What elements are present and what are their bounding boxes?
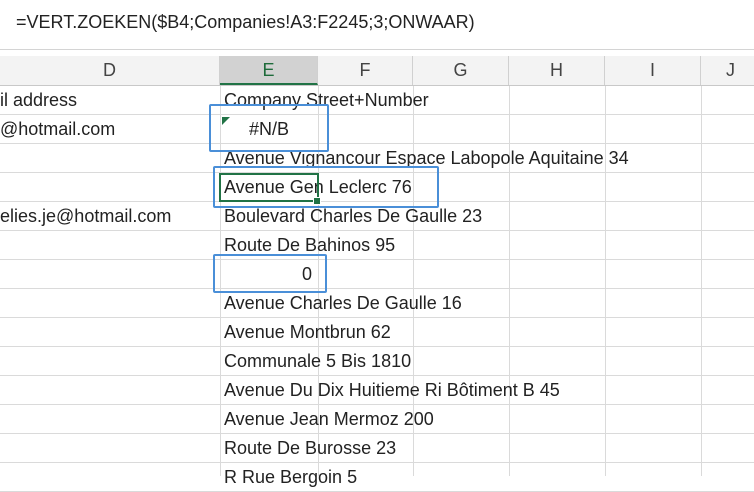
cell-d[interactable] — [0, 231, 220, 259]
cell-e[interactable]: Avenue Du Dix Huitieme Ri Bôtiment B 45 — [224, 376, 560, 404]
highlight-box-zero — [213, 254, 327, 293]
table-row[interactable]: Avenue Jean Mermoz 200 — [0, 405, 754, 434]
table-row[interactable]: @hotmail.com #N/B — [0, 115, 754, 144]
column-header-row: D E F G H I J — [0, 56, 754, 86]
table-row[interactable]: Route De Bahinos 95 — [0, 231, 754, 260]
column-header-f[interactable]: F — [318, 56, 413, 85]
cell-d[interactable]: il address — [0, 86, 220, 114]
cell-d[interactable] — [0, 173, 220, 201]
cell-e[interactable]: Avenue Jean Mermoz 200 — [224, 405, 434, 433]
cell-d[interactable] — [0, 434, 220, 462]
cell-d[interactable] — [0, 376, 220, 404]
cell-d[interactable]: elies.je@hotmail.com — [0, 202, 220, 230]
highlight-box-leclerc — [213, 166, 439, 208]
formula-bar[interactable]: =VERT.ZOEKEN($B4;Companies!A3:F2245;3;ON… — [0, 0, 754, 50]
cell-e[interactable]: Avenue Montbrun 62 — [224, 318, 391, 346]
cell-e[interactable]: Avenue Charles De Gaulle 16 — [224, 289, 462, 317]
table-row[interactable]: Avenue Montbrun 62 — [0, 318, 754, 347]
table-row[interactable]: R Rue Bergoin 5 — [0, 463, 754, 492]
table-row[interactable]: Avenue Charles De Gaulle 16 — [0, 289, 754, 318]
cell-e[interactable]: Communale 5 Bis 1810 — [224, 347, 411, 375]
cell-d[interactable]: @hotmail.com — [0, 115, 220, 143]
table-row[interactable]: Communale 5 Bis 1810 — [0, 347, 754, 376]
cell-d[interactable] — [0, 260, 220, 288]
column-header-g[interactable]: G — [413, 56, 509, 85]
column-header-e[interactable]: E — [220, 56, 318, 85]
column-header-i[interactable]: I — [605, 56, 701, 85]
cell-d[interactable] — [0, 405, 220, 433]
cell-d[interactable] — [0, 289, 220, 317]
column-header-h[interactable]: H — [509, 56, 605, 85]
cell-d[interactable] — [0, 463, 220, 491]
cell-d[interactable] — [0, 144, 220, 172]
table-row[interactable]: Route De Burosse 23 — [0, 434, 754, 463]
formula-text[interactable]: =VERT.ZOEKEN($B4;Companies!A3:F2245;3;ON… — [16, 12, 475, 33]
table-row[interactable]: Avenue Du Dix Huitieme Ri Bôtiment B 45 — [0, 376, 754, 405]
cell-e[interactable]: R Rue Bergoin 5 — [224, 463, 357, 491]
spreadsheet-grid[interactable]: il address Company Street+Number @hotmai… — [0, 86, 754, 492]
table-row[interactable]: 0 — [0, 260, 754, 289]
column-header-j[interactable]: J — [701, 56, 754, 85]
table-row[interactable]: il address Company Street+Number — [0, 86, 754, 115]
cell-d[interactable] — [0, 347, 220, 375]
highlight-box-na — [209, 104, 329, 152]
column-header-d[interactable]: D — [0, 56, 220, 85]
cell-d[interactable] — [0, 318, 220, 346]
cell-e[interactable]: Route De Burosse 23 — [224, 434, 396, 462]
